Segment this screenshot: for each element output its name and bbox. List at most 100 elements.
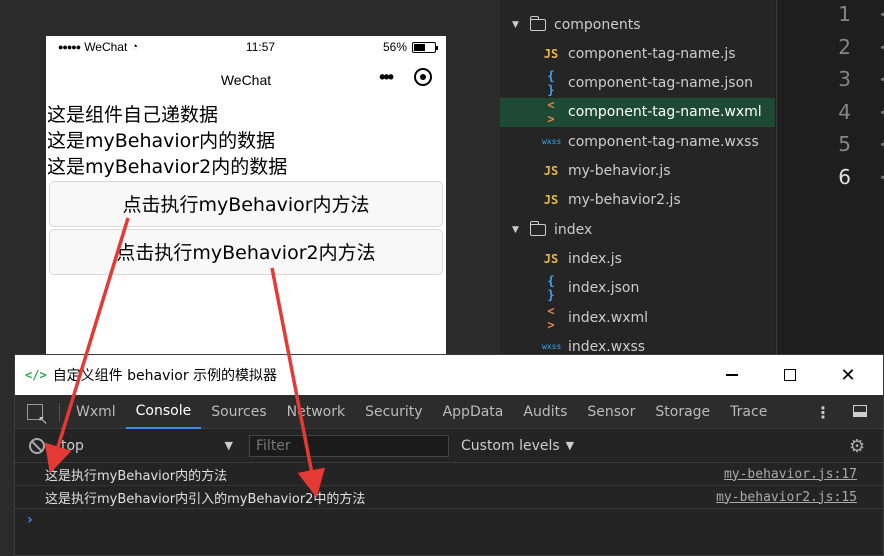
code-line-start: < — [879, 167, 884, 188]
component-text: 这是组件自己递数据 — [47, 104, 219, 126]
log-levels-dropdown[interactable]: Custom levels ▼ — [461, 438, 574, 454]
more-options-icon[interactable]: ⋮ — [815, 395, 831, 429]
json-file-icon: { } — [547, 69, 555, 98]
js-file-icon: JS — [543, 193, 559, 208]
tree-file[interactable]: JS my-behavior2.js — [500, 186, 775, 215]
tree-item-label: my-behavior.js — [568, 163, 671, 179]
close-icon: ✕ — [840, 364, 856, 386]
tab-audits[interactable]: Audits — [513, 395, 577, 429]
carrier-label: WeChat — [84, 40, 128, 54]
run-behavior2-method-button[interactable]: 点击执行myBehavior2内方法 — [49, 229, 443, 275]
tab-sensor[interactable]: Sensor — [577, 395, 645, 429]
line-number: 2 — [838, 34, 851, 59]
wxml-file-icon: < > — [547, 303, 555, 332]
chevron-down-icon[interactable]: ▼ — [512, 20, 522, 30]
tree-item-label: index.wxss — [568, 338, 646, 355]
code-line-start: < — [879, 4, 884, 25]
battery-level — [414, 43, 426, 51]
folder-icon — [529, 220, 546, 236]
js-file-icon: JS — [543, 164, 559, 178]
tree-file[interactable]: JS index.js — [500, 244, 775, 273]
devtools-tabbar: WxmlConsoleSourcesNetworkSecurityAppData… — [15, 395, 883, 429]
json-file-icon: { } — [547, 274, 555, 303]
line-number: 1 — [838, 2, 851, 26]
tab-wxml[interactable]: Wxml — [66, 395, 126, 429]
filter-input[interactable] — [249, 434, 449, 457]
line-number: 4 — [838, 99, 851, 124]
tree-file[interactable]: wxss component-tag-name.wxss — [500, 127, 775, 156]
tab-network[interactable]: Network — [277, 395, 355, 429]
wxss-file-icon: wxss — [542, 342, 562, 352]
tree-file[interactable]: JS component-tag-name.js — [500, 39, 775, 68]
behavior2-text: 这是myBehavior2内的数据 — [47, 156, 288, 178]
tab-console[interactable]: Console — [125, 395, 202, 429]
chevron-down-icon[interactable]: ▼ — [512, 225, 522, 235]
console-log-row: 这是执行myBehavior内的方法 my-behavior.js:17 — [15, 463, 883, 486]
maximize-button[interactable] — [761, 355, 819, 395]
tree-item-label: component-tag-name.wxml — [568, 104, 762, 121]
log-levels-label: Custom levels — [461, 437, 560, 454]
line-number: 3 — [838, 67, 851, 91]
tab-trace[interactable]: Trace — [720, 395, 777, 429]
tree-file[interactable]: JS my-behavior.js — [500, 157, 775, 186]
tree-item-label: index.json — [568, 280, 640, 297]
tree-file[interactable]: < > component-tag-name.wxml — [500, 97, 775, 127]
nav-title: WeChat — [220, 72, 272, 88]
status-bar: ●●●●● WeChat ◔ 11:57 56% — [46, 36, 446, 58]
maximize-icon — [784, 369, 796, 381]
tree-file[interactable]: { } index.json — [500, 274, 775, 303]
log-message: 这是执行myBehavior内的方法 — [45, 468, 228, 484]
chevron-down-icon: ▼ — [224, 439, 233, 452]
minimize-button[interactable] — [703, 355, 761, 395]
tab-storage[interactable]: Storage — [645, 395, 720, 429]
run-behavior-method-button[interactable]: 点击执行myBehavior内方法 — [49, 181, 443, 227]
close-button[interactable]: ✕ — [819, 355, 877, 395]
context-select[interactable]: top ▼ — [57, 435, 237, 457]
debugger-window: </> 自定义组件 behavior 示例的模拟器 ✕ WxmlConsoleS… — [14, 354, 884, 556]
close-miniprogram-icon[interactable] — [414, 68, 432, 86]
app-window: ●●●●● WeChat ◔ 11:57 56% WeChat ••• 这是组件… — [0, 0, 884, 556]
tab-security[interactable]: Security — [355, 395, 433, 429]
code-line-start: < — [879, 102, 884, 123]
menu-capsule: ••• — [379, 68, 432, 86]
prompt-icon: › — [27, 512, 33, 528]
tree-item-label: index — [554, 221, 593, 238]
tree-file[interactable]: { } component-tag-name.json — [500, 69, 775, 98]
wxss-file-icon: wxss — [542, 137, 562, 147]
file-explorer: ▼ components JS component-tag-name.js { } com… — [500, 0, 775, 360]
log-source-link[interactable]: my-behavior2.js:15 — [716, 490, 857, 505]
tab-appdata[interactable]: AppData — [433, 395, 514, 429]
tree-item-label: components — [554, 16, 641, 33]
console-filter-bar: top ▼ Custom levels ▼ ⚙ — [15, 429, 883, 463]
tab-separator — [59, 402, 60, 421]
dock-side-icon[interactable] — [853, 405, 867, 417]
tree-item-label: component-tag-name.js — [568, 45, 736, 62]
tree-item-label: component-tag-name.json — [568, 75, 754, 92]
signal-icon: ●●●●● — [58, 42, 81, 52]
line-number: 5 — [838, 132, 851, 156]
clear-console-icon[interactable] — [29, 437, 45, 454]
console-log-row: 这是执行myBehavior内引入的myBehavior2中的方法 my-beha… — [15, 486, 883, 509]
tree-file[interactable]: < > index.wxml — [500, 303, 775, 332]
code-line-start: < — [879, 134, 884, 155]
tree-folder[interactable]: ▼ components — [500, 10, 775, 39]
battery-percent: 56% — [382, 40, 407, 54]
minimize-icon — [726, 374, 738, 376]
folder-icon — [529, 15, 546, 31]
tree-item-label: index.wxml — [568, 309, 649, 326]
more-icon[interactable]: ••• — [379, 68, 394, 86]
battery-icon — [412, 41, 438, 53]
code-line-start: < — [879, 69, 884, 90]
inspect-element-icon[interactable] — [27, 403, 48, 427]
console-prompt[interactable]: › — [15, 509, 883, 531]
code-editor[interactable]: 1 <2 <3 <4 <5 <6 < — [776, 0, 884, 360]
window-title: 自定义组件 behavior 示例的模拟器 — [52, 368, 278, 384]
gear-icon[interactable]: ⚙ — [849, 436, 865, 457]
console-output: 这是执行myBehavior内的方法 my-behavior.js:17 这是执行m… — [15, 463, 883, 509]
tree-folder[interactable]: ▼ index — [500, 215, 775, 244]
tab-sources[interactable]: Sources — [201, 395, 276, 429]
js-file-icon: JS — [543, 251, 559, 266]
log-source-link[interactable]: my-behavior.js:17 — [724, 467, 857, 482]
code-icon: </> — [25, 368, 47, 382]
behavior-text: 这是myBehavior内的数据 — [47, 130, 276, 152]
